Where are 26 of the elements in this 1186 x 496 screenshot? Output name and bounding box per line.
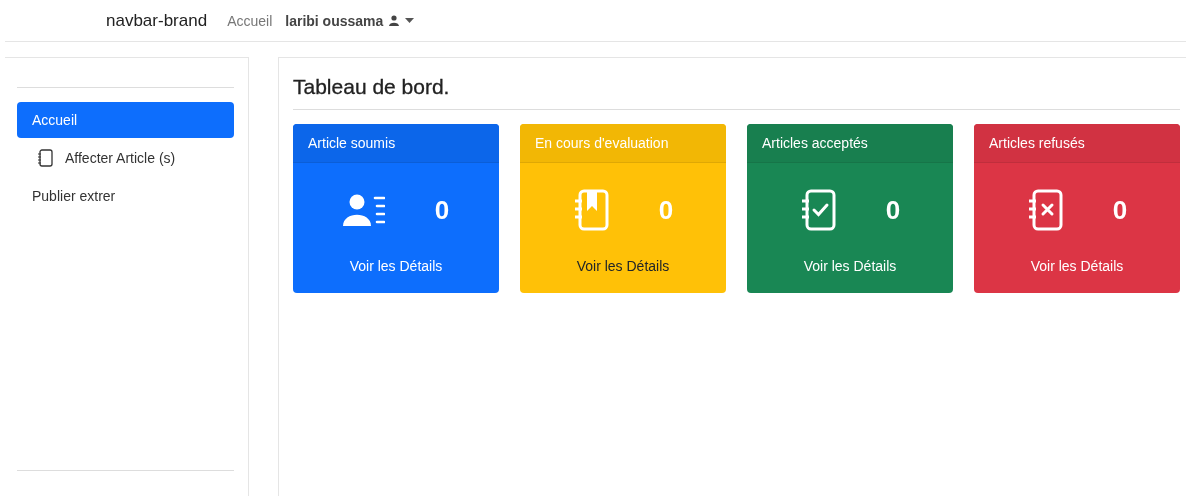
details-link[interactable]: Voir les Détails [1030,258,1124,274]
card-header: En cours d'evaluation [520,124,726,163]
count-value: 0 [434,194,450,226]
x-notebook-icon [1026,189,1063,231]
user-menu[interactable]: laribi oussama [285,12,415,29]
person-list-icon [342,194,385,226]
sidebar-item[interactable]: Affecter Article (s) [17,140,234,176]
details-link[interactable]: Voir les Détails [349,258,443,274]
count-value: 0 [658,194,674,226]
details-link[interactable]: Voir les Détails [576,258,670,274]
details-link[interactable]: Voir les Détails [803,258,897,274]
card-header: Article soumis [293,124,499,163]
sidebar-item[interactable]: Accueil [17,102,234,138]
sidebar-item[interactable]: Publier extrer [17,178,234,214]
page-title: Tableau de bord. [293,75,451,99]
navbar-brand[interactable]: navbar-brand [106,10,208,31]
notebook-icon [37,149,53,167]
bookmark-notebook-icon [572,189,609,231]
card-header: Articles refusés [974,124,1180,163]
caret-icon [405,18,415,23]
check-notebook-icon [799,189,836,231]
count-value: 0 [885,194,901,226]
nav-link[interactable]: Accueil [227,12,273,29]
count-value: 0 [1112,194,1128,226]
person-icon [389,15,400,26]
card-header: Articles acceptés [747,124,953,163]
